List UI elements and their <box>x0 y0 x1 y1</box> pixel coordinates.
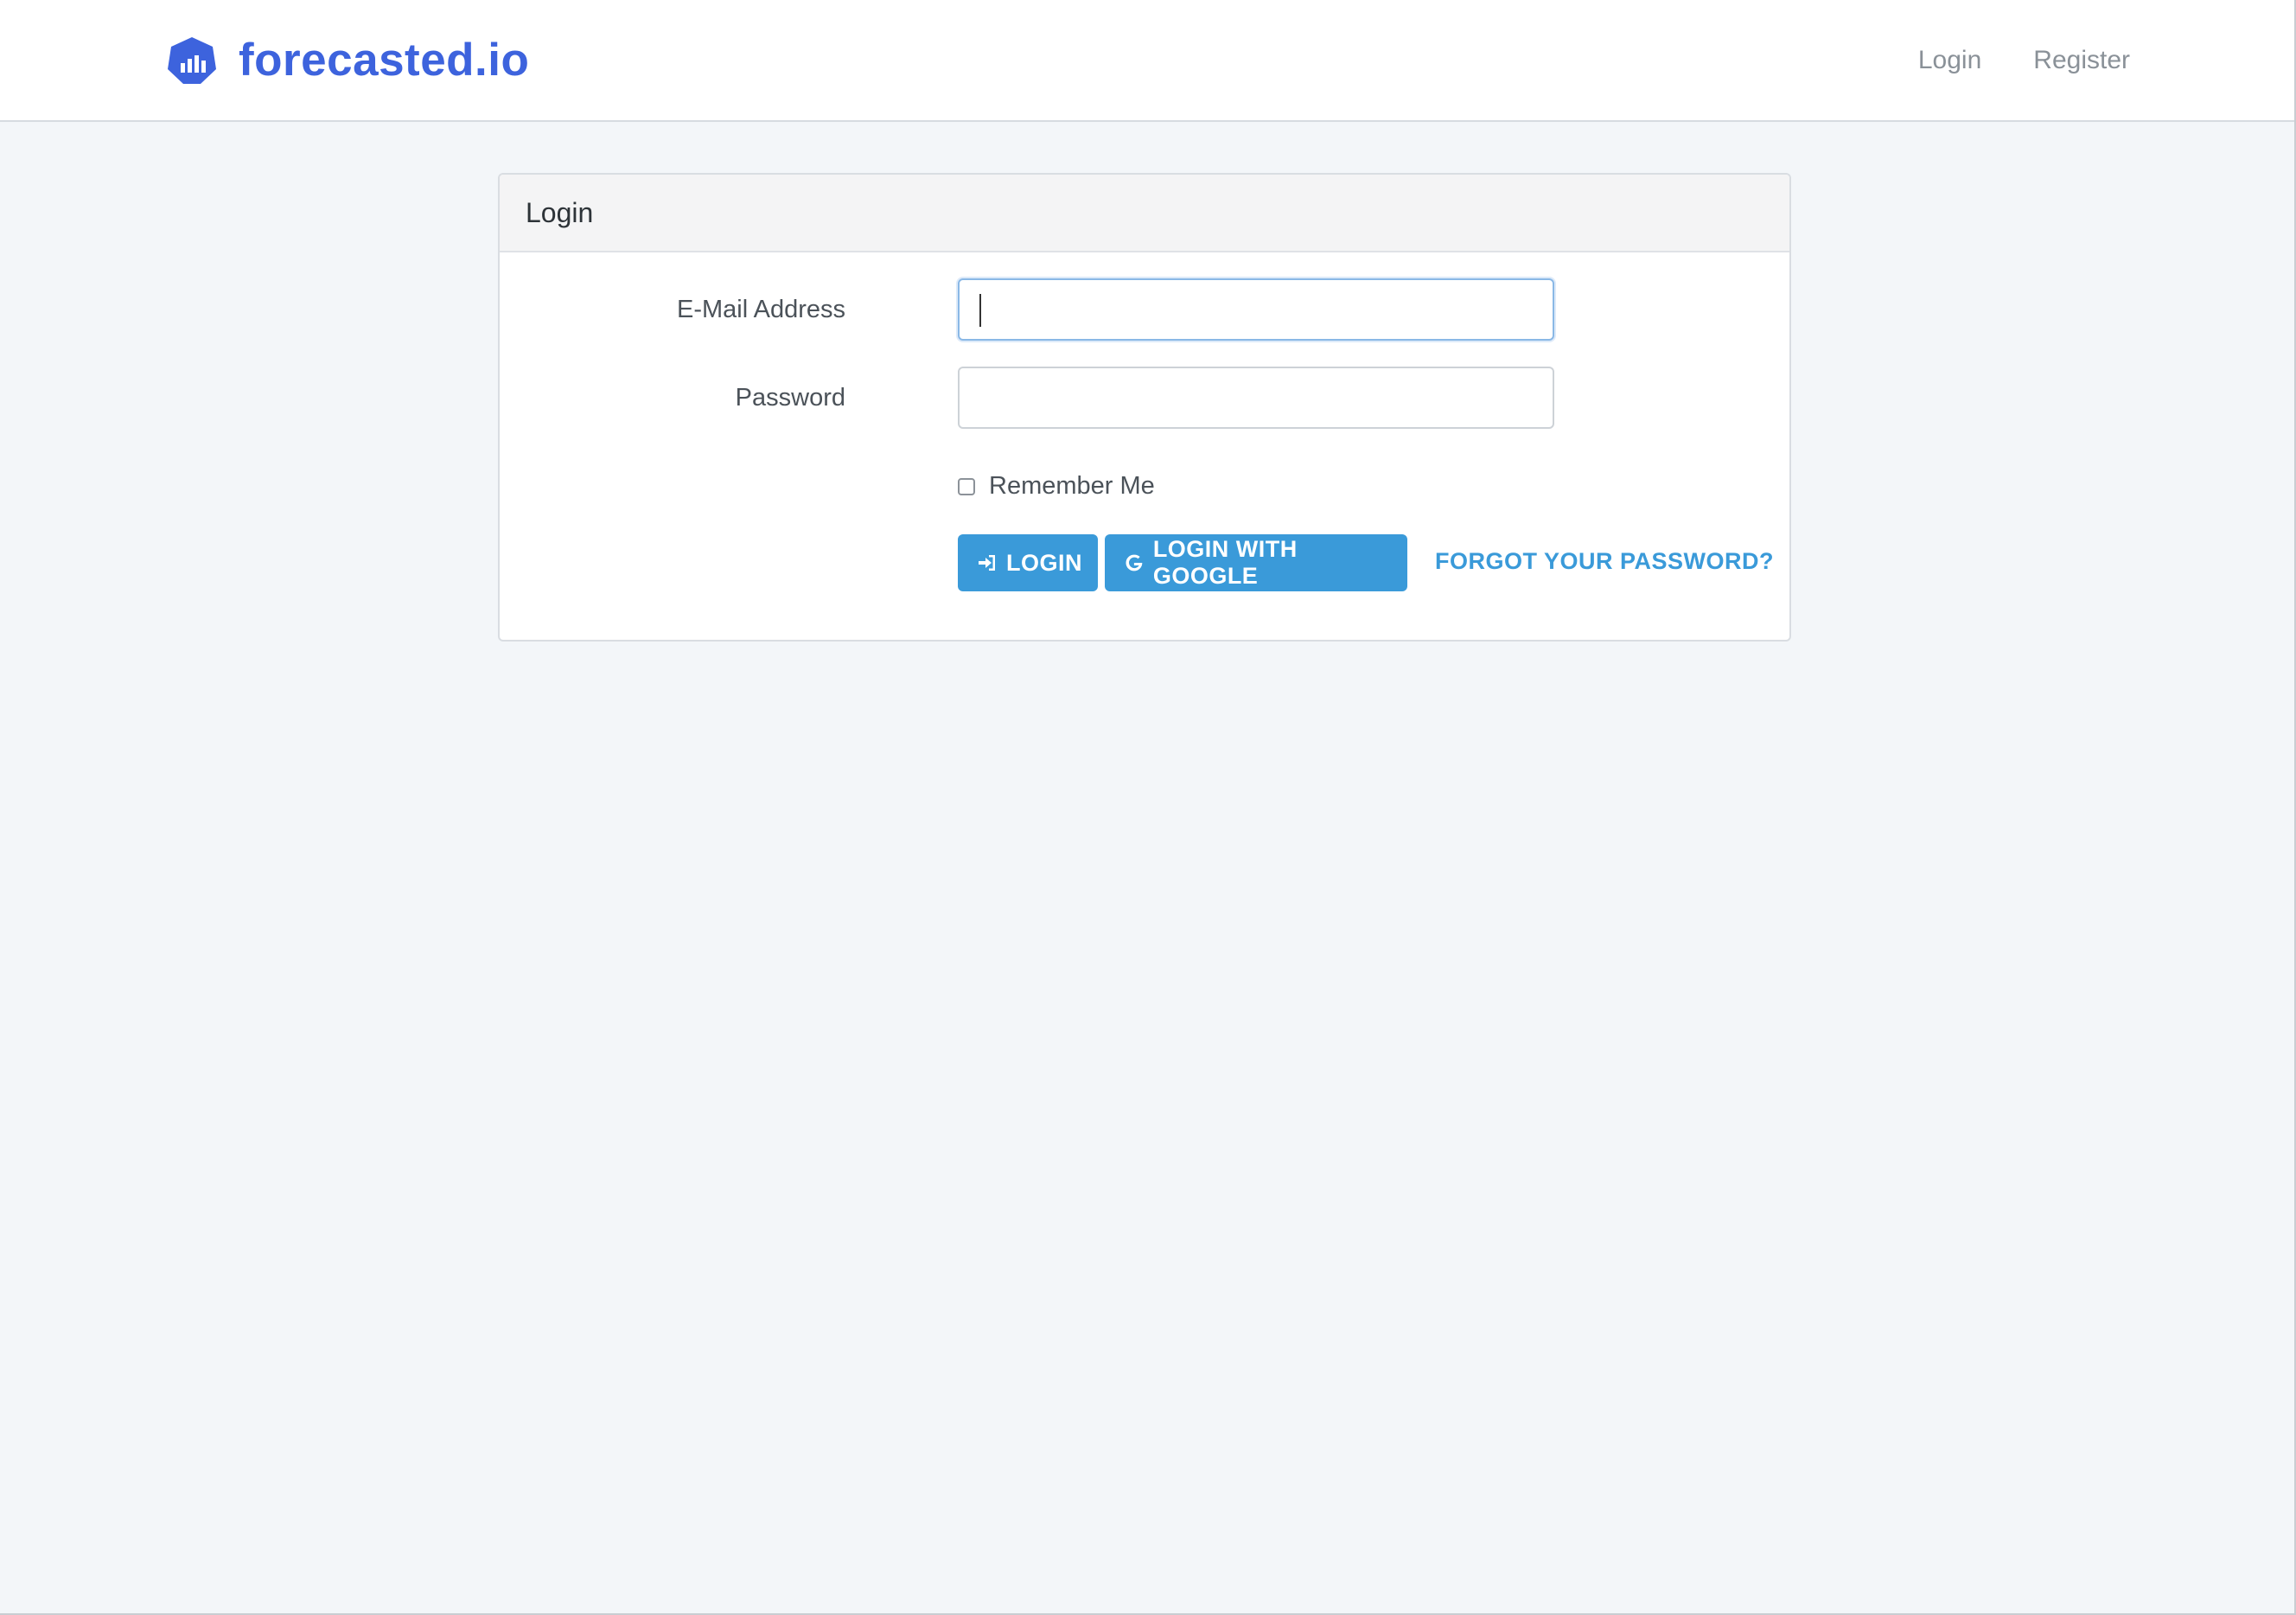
google-button-label: LOGIN WITH GOOGLE <box>1152 536 1298 589</box>
nav-links: Login Register <box>1918 40 2130 81</box>
card-header: Login <box>500 175 1789 252</box>
google-g-icon <box>1126 554 1143 571</box>
login-button-label: LOGIN <box>1006 549 1082 576</box>
password-field[interactable] <box>958 367 1554 429</box>
brand-name: forecasted.io <box>239 35 530 86</box>
email-label: E-Mail Address <box>676 296 845 323</box>
brand-link[interactable]: forecasted.io <box>166 30 529 91</box>
remember-me-label[interactable]: Remember Me <box>989 472 1155 501</box>
forgot-password-link[interactable]: FORGOT YOUR PASSWORD? <box>1435 548 1774 575</box>
password-label: Password <box>735 384 845 412</box>
remember-me-row[interactable]: Remember Me <box>958 472 1155 501</box>
top-navbar: forecasted.io Login Register <box>0 0 2294 122</box>
card-title: Login <box>526 196 594 228</box>
remember-me-checkbox[interactable] <box>958 477 975 495</box>
text-caret <box>979 294 981 327</box>
login-button[interactable]: LOGIN <box>958 534 1098 591</box>
email-field[interactable] <box>958 278 1554 341</box>
sign-in-icon <box>979 555 995 571</box>
bar-chart-hexagon-icon <box>168 37 216 84</box>
login-with-google-button[interactable]: LOGIN WITH GOOGLE <box>1105 534 1407 591</box>
nav-login-link[interactable]: Login <box>1918 40 1981 81</box>
nav-register-link[interactable]: Register <box>2033 40 2130 81</box>
login-card: Login E-Mail Address Password Remember M… <box>498 173 1791 642</box>
